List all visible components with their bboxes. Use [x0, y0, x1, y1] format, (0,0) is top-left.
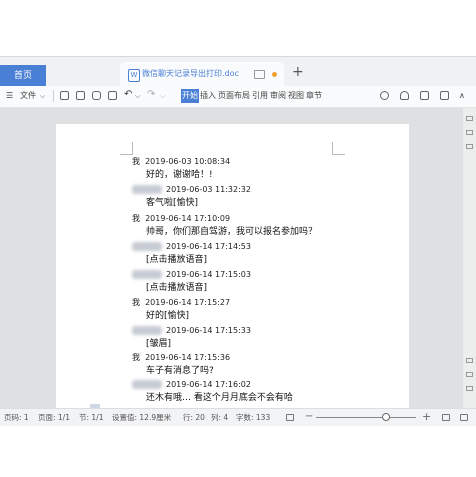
ribbon-tab-references[interactable]: 引用	[252, 89, 268, 103]
message-header: 2019-06-03 11:32:32	[132, 184, 251, 195]
screen-icon[interactable]	[254, 70, 265, 79]
status-word-count[interactable]: 字数: 133	[236, 412, 270, 423]
word-doc-icon: W	[128, 69, 140, 82]
zoom-slider[interactable]	[316, 417, 416, 418]
file-menu-button[interactable]: 文件	[20, 89, 36, 103]
message-header: 我 2019-06-14 17:10:09	[132, 214, 231, 223]
toolbar-divider	[53, 90, 54, 102]
status-column: 列: 4	[211, 413, 229, 422]
top-blank-area	[0, 0, 476, 56]
ribbon-tab-sections[interactable]: 章节	[306, 89, 322, 103]
message-header: 2019-06-14 17:16:02	[132, 379, 251, 390]
message-text: [皱眉]	[146, 339, 172, 349]
print-preview-icon[interactable]	[108, 91, 117, 100]
fullscreen-icon[interactable]	[460, 414, 468, 421]
redo-dropdown-chevron-down-icon[interactable]: ⌵	[160, 89, 165, 103]
redacted-sender-name	[132, 326, 162, 335]
share-icon[interactable]	[420, 91, 429, 100]
new-tab-button[interactable]: +	[292, 63, 304, 81]
message-text: 还木有哦… 看这个月月底会不会有哈	[146, 393, 293, 403]
fit-window-icon[interactable]	[442, 414, 450, 421]
message-text: [点击播放语音]	[146, 255, 208, 265]
ribbon-tab-insert[interactable]: 插入	[200, 89, 216, 103]
zoom-slider-handle[interactable]	[382, 413, 390, 421]
scroll-up-icon[interactable]	[466, 116, 473, 121]
read-mode-icon[interactable]	[286, 414, 294, 421]
margin-corner-mark	[120, 142, 133, 155]
zoom-in-button[interactable]: +	[422, 410, 431, 423]
message-header: 我 2019-06-03 10:08:34	[132, 157, 231, 166]
status-page-count: 页面: 1/1	[38, 413, 70, 422]
status-section: 节: 1/1	[79, 413, 104, 422]
collaborate-icon[interactable]	[400, 91, 409, 100]
undo-dropdown-chevron-down-icon[interactable]: ⌵	[135, 89, 140, 103]
ribbon-tab-view[interactable]: 视图	[288, 89, 304, 103]
status-position: 设置值: 12.9厘米	[112, 413, 172, 422]
margin-corner-mark	[332, 142, 345, 155]
print-icon[interactable]	[92, 91, 101, 100]
document-tab-title: 微信聊天记录导出打印.doc	[142, 69, 239, 78]
message-text: 帅哥，你们那自驾游，我可以报名参加吗？	[146, 227, 318, 237]
message-header: 2019-06-14 17:15:33	[132, 325, 251, 336]
redo-icon[interactable]: ↷	[147, 88, 155, 102]
message-text: 好的，谢谢哈！!	[146, 170, 213, 180]
cloud-sync-icon[interactable]	[380, 91, 389, 100]
next-page-icon[interactable]	[466, 386, 473, 391]
status-row: 行: 20	[183, 413, 205, 422]
message-header: 我 2019-06-14 17:15:36	[132, 353, 231, 362]
tab-document[interactable]: W 微信聊天记录导出打印.doc	[120, 62, 284, 87]
document-workspace: 我 2019-06-03 10:08:34 好的，谢谢哈！! 2019-06-0…	[0, 108, 476, 416]
message-text: [点击播放语音]	[146, 283, 208, 293]
navigation-pane-icon[interactable]	[466, 144, 473, 149]
redacted-sender-name	[132, 270, 162, 279]
unsaved-indicator-icon	[272, 72, 277, 77]
save-icon[interactable]	[60, 91, 69, 100]
tab-bar: 首页 W 微信聊天记录导出打印.doc +	[0, 56, 476, 87]
bottom-blank-area	[0, 426, 476, 477]
message-header: 2019-06-14 17:14:53	[132, 241, 251, 252]
file-dropdown-chevron-down-icon[interactable]: ⌵	[40, 89, 45, 103]
status-bar: 页码: 1 页面: 1/1 节: 1/1 设置值: 12.9厘米 行: 20 列…	[0, 408, 476, 426]
undo-icon[interactable]: ↶	[124, 88, 132, 102]
tab-home[interactable]: 首页	[0, 65, 46, 87]
message-text: 好的[愉快]	[146, 311, 190, 321]
toolbar: ☰ 文件 ⌵ ↶ ⌵ ↷ ⌵ 开始 插入 页面布局 引用 审阅 视图 章节 ∧	[0, 86, 476, 108]
history-icon[interactable]	[440, 91, 449, 100]
document-page[interactable]: 我 2019-06-03 10:08:34 好的，谢谢哈！! 2019-06-0…	[56, 124, 409, 416]
collapse-ribbon-chevron-up-icon[interactable]: ∧	[459, 89, 465, 103]
ribbon-tab-page-layout[interactable]: 页面布局	[218, 89, 250, 103]
select-objects-icon[interactable]	[466, 130, 473, 135]
message-header: 我 2019-06-14 17:15:27	[132, 298, 231, 307]
export-pdf-icon[interactable]	[76, 91, 85, 100]
browse-object-icon[interactable]	[466, 372, 473, 377]
ribbon-tab-start[interactable]: 开始	[181, 89, 199, 103]
vertical-scrollbar[interactable]	[463, 108, 476, 408]
menu-icon[interactable]: ☰	[6, 89, 13, 103]
redacted-sender-name	[132, 185, 162, 194]
prev-page-icon[interactable]	[466, 358, 473, 363]
ribbon-tab-review[interactable]: 审阅	[270, 89, 286, 103]
redacted-sender-name	[132, 380, 162, 389]
status-page-number[interactable]: 页码: 1	[4, 412, 29, 423]
redacted-sender-name	[132, 242, 162, 251]
message-header: 2019-06-14 17:15:03	[132, 269, 251, 280]
zoom-out-button[interactable]: −	[305, 411, 313, 422]
message-text: 客气啦[愉快]	[146, 198, 199, 208]
message-text: 车子有消息了吗?	[146, 366, 214, 376]
